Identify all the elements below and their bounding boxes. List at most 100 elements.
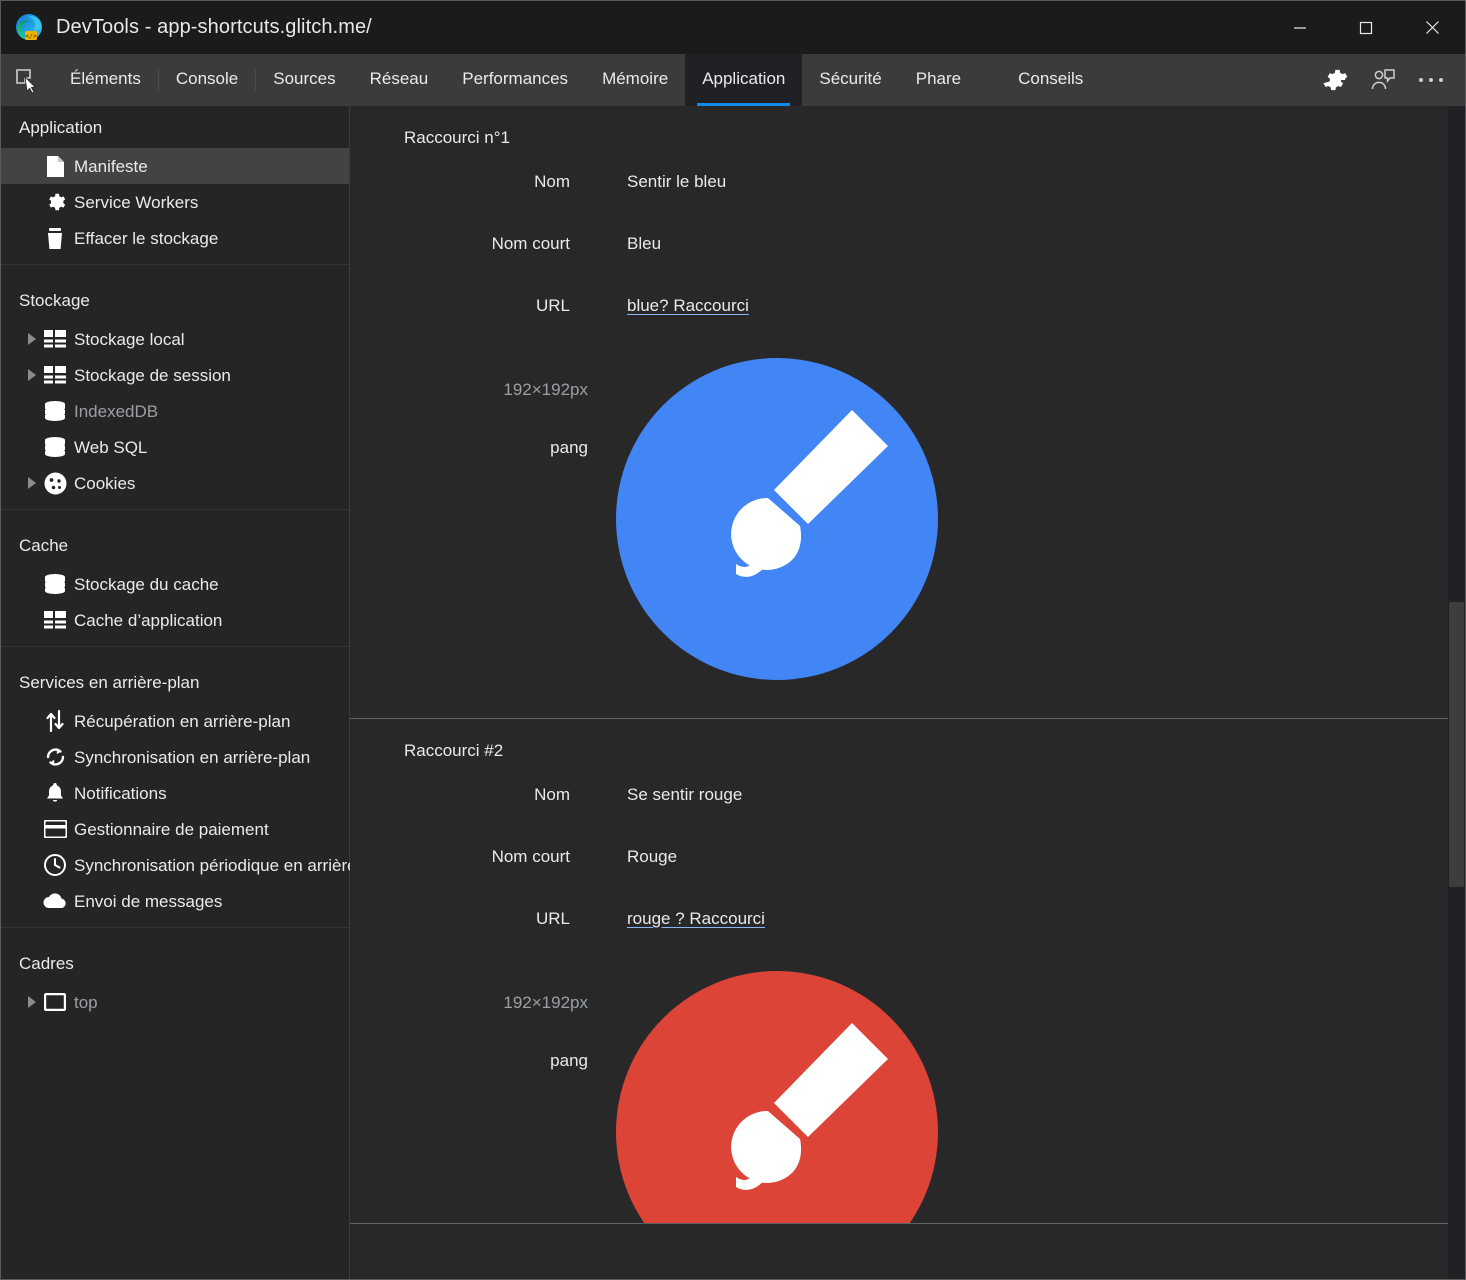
shortcut-url-link[interactable]: rouge ? Raccourci [627, 909, 765, 929]
field-label-name: Nom [534, 172, 570, 191]
table-icon [41, 330, 69, 348]
shortcut-url-row: URL rouge ? Raccourci [350, 909, 1465, 929]
database-icon [41, 574, 69, 594]
trash-icon [41, 227, 69, 250]
sidebar-item-service-workers[interactable]: Service Workers [1, 184, 349, 220]
table-icon [41, 611, 69, 629]
paintbrush-icon [731, 410, 888, 577]
sidebar-item-application-cache[interactable]: Cache d’application [1, 602, 349, 638]
credit-card-icon [41, 820, 69, 838]
tab-lighthouse[interactable]: Phare [899, 54, 978, 106]
arrows-up-down-icon [41, 710, 69, 732]
database-icon [41, 437, 69, 457]
sync-icon [41, 746, 69, 768]
inspect-element-icon[interactable] [1, 54, 53, 106]
ellipsis-icon[interactable] [1409, 58, 1453, 102]
tab-label: Performances [462, 69, 569, 88]
field-value-short-name: Bleu [627, 234, 662, 253]
sidebar-item-label: Gestionnaire de paiement [74, 819, 269, 839]
bell-icon [41, 782, 69, 804]
manifest-scroll-area[interactable]: Raccourci n°1 Nom Sentir le bleu Nom cou… [350, 106, 1465, 1279]
sidebar-item-label: IndexedDB [74, 401, 159, 421]
tab-memory[interactable]: Mémoire [585, 54, 685, 106]
tab-strip-actions [1313, 54, 1465, 106]
sidebar-item-label: Stockage de session [74, 365, 231, 385]
clock-icon [41, 854, 69, 876]
shortcut-icon-meta: 192×192px pang [350, 993, 588, 1071]
minimize-button[interactable] [1267, 1, 1333, 54]
sidebar-group-title: Services en arrière-plan [19, 673, 200, 692]
sidebar-item-cookies[interactable]: Cookies [1, 465, 349, 501]
devtools-body: Application Manifeste Service Workers Ef… [1, 106, 1465, 1279]
sidebar-group-cache: Cache Stockage du cache Cache d’applicat… [1, 509, 349, 646]
tab-performance[interactable]: Performances [445, 54, 585, 106]
svg-text:</>: </> [25, 32, 37, 40]
devtools-tab-strip: Éléments Console Sources Réseau Performa… [1, 54, 1465, 106]
sidebar-item-push-messaging[interactable]: Envoi de messages [1, 883, 349, 919]
field-value-name: Sentir le bleu [627, 172, 727, 191]
field-label-url: URL [535, 296, 570, 315]
shortcut-url-link[interactable]: blue? Raccourci [627, 296, 749, 316]
sidebar-group-title: Application [19, 118, 103, 137]
sidebar-item-label: Stockage du cache [74, 574, 219, 594]
tab-sources[interactable]: Sources [256, 54, 352, 106]
scrollbar-thumb[interactable] [1449, 602, 1464, 887]
vertical-scrollbar[interactable] [1448, 106, 1465, 1279]
close-button[interactable] [1399, 1, 1465, 54]
sidebar-item-notifications[interactable]: Notifications [1, 775, 349, 811]
sidebar-item-cache-storage[interactable]: Stockage du cache [1, 566, 349, 602]
icon-purpose-label: pang [550, 1051, 588, 1070]
sidebar-item-indexeddb[interactable]: IndexedDB [1, 393, 349, 429]
cloud-icon [41, 893, 69, 909]
sidebar-item-session-storage[interactable]: Stockage de session [1, 357, 349, 393]
tab-console[interactable]: Console [159, 54, 255, 106]
field-label-short-name: Nom court [491, 847, 570, 866]
chevron-right-icon[interactable] [23, 477, 41, 489]
tab-label: Sécurité [819, 69, 882, 88]
sidebar-item-background-fetch[interactable]: Récupération en arrière-plan [1, 703, 349, 739]
sidebar-item-label: Stockage local [74, 329, 185, 349]
tab-label: Éléments [70, 69, 141, 88]
devtools-window: </> DevTools - app-shortcuts.glitch.me/ … [0, 0, 1466, 1280]
shortcut-icon-meta: 192×192px pang [350, 380, 588, 458]
shortcut-icon-preview [616, 358, 938, 680]
person-feedback-icon[interactable] [1361, 58, 1405, 102]
sidebar-item-local-storage[interactable]: Stockage local [1, 321, 349, 357]
tab-label: Application [702, 69, 786, 88]
tab-tips[interactable]: Conseils [978, 54, 1100, 106]
tab-label: Mémoire [602, 69, 669, 88]
sidebar-group-title: Stockage [19, 291, 90, 310]
sidebar-item-label: Synchronisation en arrière-plan [74, 747, 311, 767]
sidebar-group-storage: Stockage Stockage local Stockage de sess… [1, 264, 349, 509]
tab-network[interactable]: Réseau [353, 54, 446, 106]
field-value-name: Se sentir rouge [627, 785, 743, 804]
document-icon [41, 155, 69, 178]
sidebar-item-periodic-background-sync[interactable]: Synchronisation périodique en arrière-pl… [1, 847, 394, 883]
tab-label: Sources [273, 69, 336, 88]
maximize-button[interactable] [1333, 1, 1399, 54]
shortcut-name-row: Nom Se sentir rouge [350, 785, 1465, 805]
chevron-right-icon[interactable] [23, 369, 41, 381]
sidebar-item-clear-storage[interactable]: Effacer le stockage [1, 220, 349, 256]
sidebar-group-title: Cadres [19, 954, 74, 973]
sidebar-item-label: Envoi de messages [74, 891, 223, 911]
sidebar-item-frame-top[interactable]: top [1, 984, 349, 1020]
sidebar-item-label: Notifications [74, 783, 167, 803]
application-sidebar: Application Manifeste Service Workers Ef… [1, 106, 394, 1279]
shortcut-section: Raccourci #2 Nom Se sentir rouge Nom cou… [350, 718, 1465, 1279]
shortcut-url-row: URL blue? Raccourci [350, 296, 1465, 316]
tab-security[interactable]: Sécurité [802, 54, 898, 106]
tab-application[interactable]: Application [685, 54, 803, 106]
chevron-right-icon[interactable] [23, 996, 41, 1008]
sidebar-item-manifest[interactable]: Manifeste [1, 148, 349, 184]
sidebar-item-web-sql[interactable]: Web SQL [1, 429, 349, 465]
tab-elements[interactable]: Éléments [53, 54, 158, 106]
field-value-short-name: Rouge [627, 847, 678, 866]
gear-icon[interactable] [1313, 58, 1357, 102]
chevron-right-icon[interactable] [23, 333, 41, 345]
sidebar-item-payment-handler[interactable]: Gestionnaire de paiement [1, 811, 349, 847]
sidebar-item-background-sync[interactable]: Synchronisation en arrière-plan [1, 739, 349, 775]
tab-label: Réseau [369, 69, 429, 88]
shortcut-short-name-row: Nom court Rouge [350, 847, 1465, 867]
sidebar-item-label: Synchronisation périodique en arrière-pl… [74, 855, 395, 875]
